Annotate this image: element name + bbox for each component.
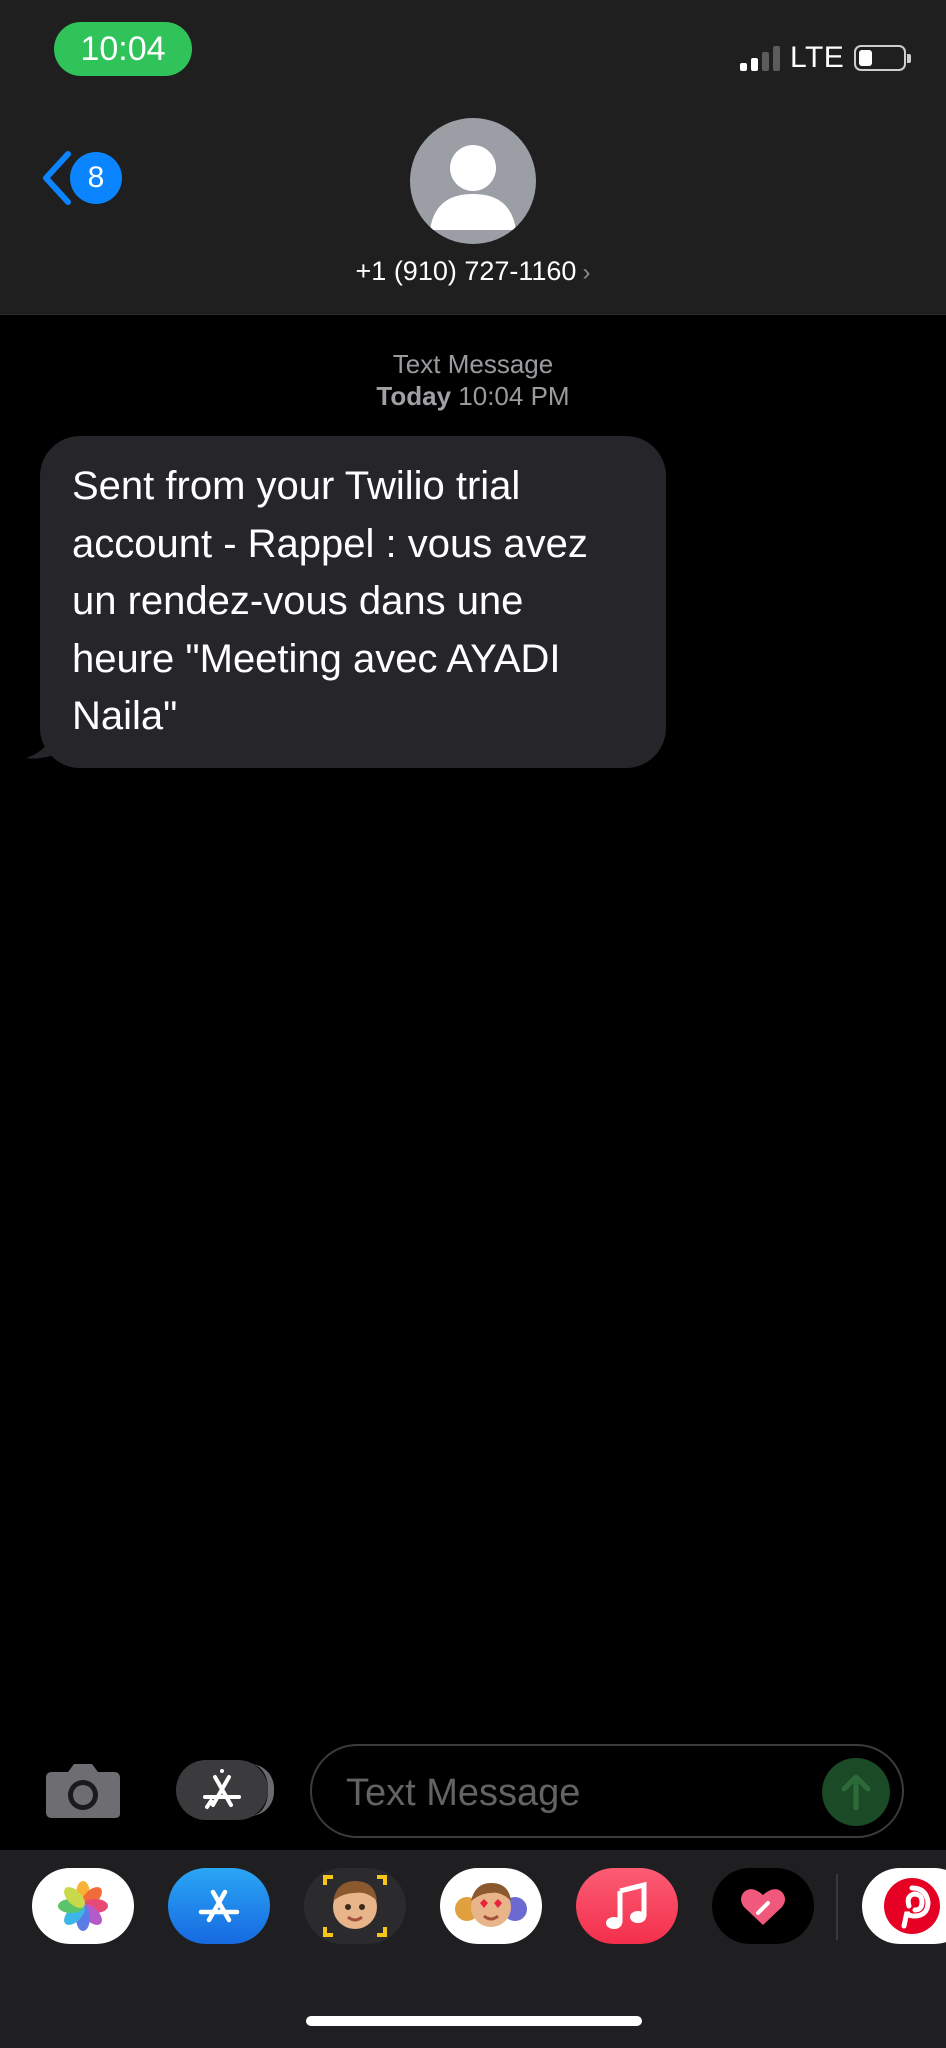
- message-timestamp: Today 10:04 PM: [0, 380, 946, 412]
- battery-icon: [854, 45, 912, 71]
- timestamp-day: Today: [376, 381, 452, 411]
- person-silhouette-icon: [430, 145, 516, 230]
- photos-app-icon[interactable]: [32, 1868, 134, 1944]
- back-button[interactable]: 8: [40, 150, 122, 206]
- incoming-message-bubble[interactable]: Sent from your Twilio trial account - Ra…: [40, 436, 666, 768]
- chevron-right-icon: ›: [582, 259, 591, 286]
- memoji-stickers-icon[interactable]: [440, 1868, 542, 1944]
- drawer-divider: [836, 1874, 838, 1940]
- contact-name-row[interactable]: +1 (910) 727-1160 ›: [0, 256, 946, 287]
- app-drawer: [0, 1850, 946, 2048]
- camera-icon: [46, 1764, 120, 1818]
- apps-button[interactable]: [176, 1760, 274, 1820]
- status-indicators: LTE: [740, 41, 912, 74]
- arrow-up-icon: [841, 1774, 871, 1811]
- message-input[interactable]: [344, 1762, 788, 1824]
- app-store-drawer-icon[interactable]: [168, 1868, 270, 1944]
- memoji-camera-icon[interactable]: [304, 1868, 406, 1944]
- chevron-left-icon: [43, 151, 71, 205]
- pinterest-icon[interactable]: [862, 1868, 946, 1944]
- app-store-icon: [203, 1769, 241, 1809]
- signal-icon: [740, 45, 780, 71]
- timestamp-time: 10:04 PM: [458, 381, 570, 411]
- unread-count-badge: 8: [70, 152, 122, 204]
- service-label: Text Message: [392, 349, 554, 379]
- contact-avatar[interactable]: [410, 118, 536, 244]
- message-input-field[interactable]: [310, 1744, 904, 1838]
- status-time[interactable]: 10:04: [54, 22, 192, 76]
- music-app-icon[interactable]: [576, 1868, 678, 1944]
- home-indicator[interactable]: [306, 2016, 642, 2026]
- message-meta: Text Message Today 10:04 PM: [0, 348, 946, 412]
- contact-name: +1 (910) 727-1160: [355, 256, 577, 286]
- digital-touch-icon[interactable]: [712, 1868, 814, 1944]
- network-type: LTE: [790, 41, 845, 74]
- send-button[interactable]: [822, 1758, 890, 1826]
- camera-button[interactable]: [44, 1760, 122, 1825]
- conversation-header: 10:04 LTE 8 +1 (910) 727-1160 ›: [0, 0, 946, 315]
